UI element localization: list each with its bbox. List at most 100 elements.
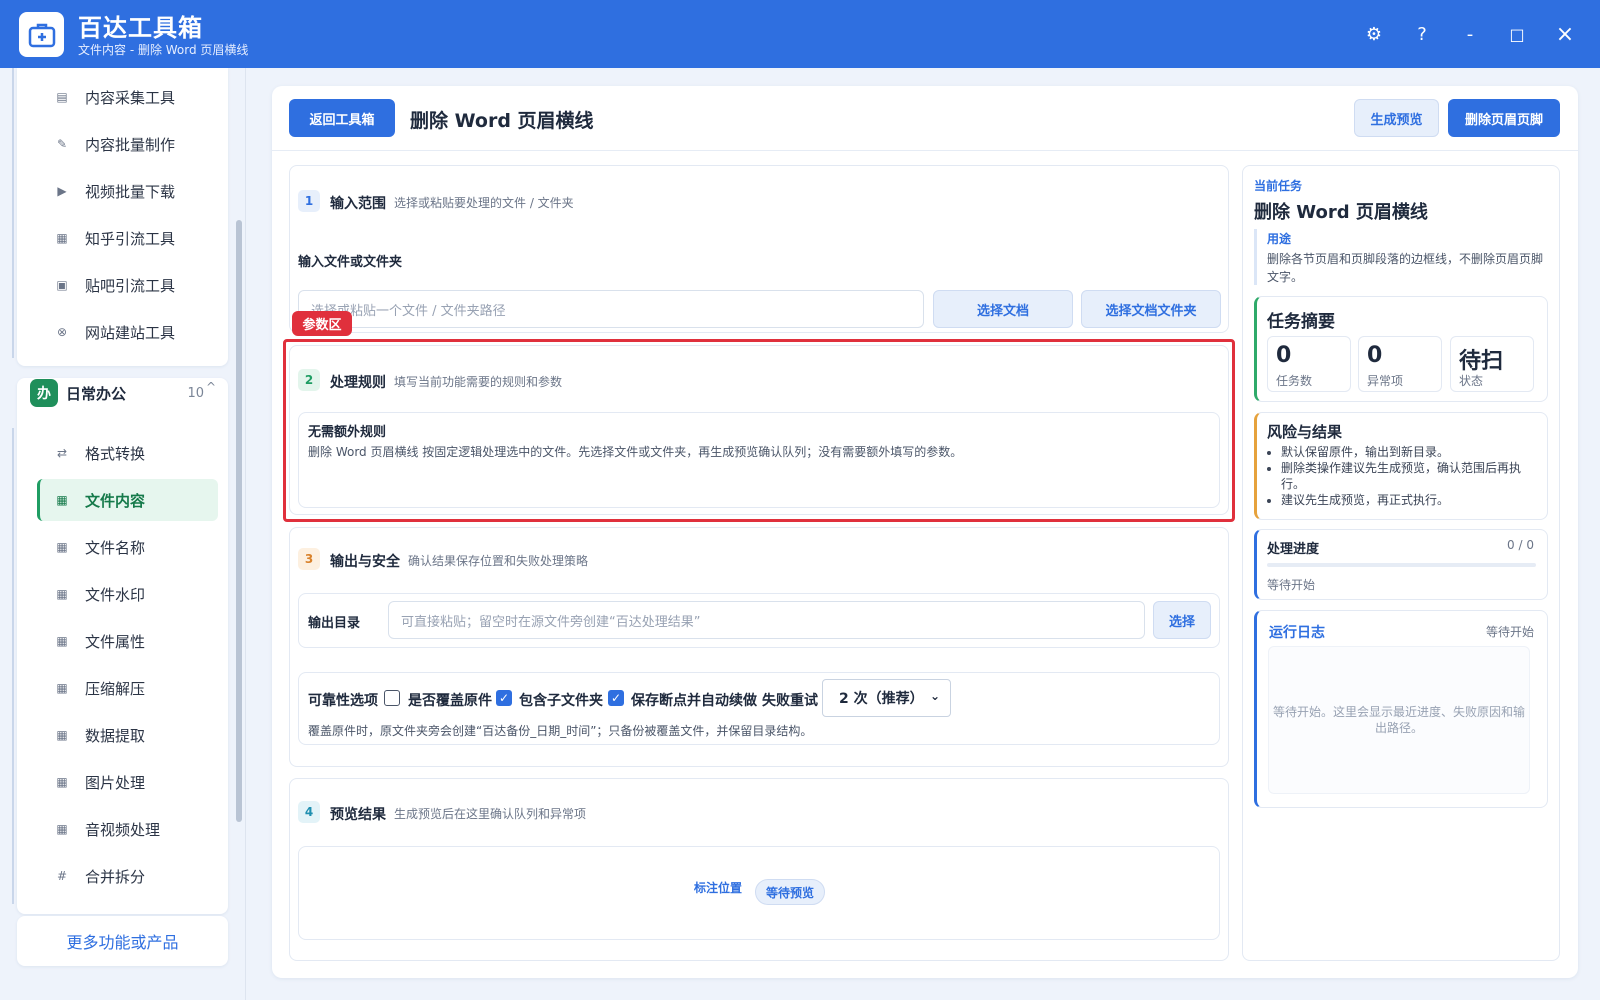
sidebar-scrollbar[interactable]	[236, 220, 242, 822]
select-document-button[interactable]: 选择文档	[933, 290, 1073, 328]
step1-title: 输入范围	[330, 196, 386, 212]
maximize-button[interactable]: □	[1501, 18, 1533, 50]
globe-icon: ⊗	[56, 325, 68, 339]
toolbox-icon	[19, 12, 64, 57]
minimize-button[interactable]: -	[1454, 18, 1486, 50]
resume-label: 保存断点并自动续做	[631, 693, 757, 709]
mark-location-label[interactable]: 标注位置	[694, 879, 742, 896]
settings-icon[interactable]: ⚙	[1358, 18, 1390, 50]
subfolder-label: 包含子文件夹	[519, 693, 603, 709]
grid-icon: ▦	[56, 681, 68, 695]
stat-label: 状态	[1459, 374, 1484, 388]
sidebar-item-format-convert[interactable]: ⇄ 格式转换	[37, 432, 218, 474]
risk-title: 风险与结果	[1267, 423, 1343, 441]
sidebar-group-office[interactable]: 办 日常办公 10 ^	[30, 378, 220, 408]
progress-count: 0 / 0	[1507, 538, 1534, 552]
resume-checkbox[interactable]: ✓	[608, 690, 624, 706]
progress-title: 处理进度	[1267, 542, 1320, 557]
sidebar-item-file-content[interactable]: ▦ 文件内容	[37, 479, 218, 521]
stat-label: 任务数	[1276, 374, 1313, 388]
usage-text: 删除各节页眉和页脚段落的边框线，不删除页眉页脚文字。	[1267, 252, 1544, 284]
input-field-label: 输入文件或文件夹	[298, 255, 403, 270]
parameter-highlight-tag: 参数区	[292, 311, 352, 336]
sidebar-item-label: 压缩解压	[85, 679, 146, 698]
retry-select[interactable]: 2 次（推荐） ⌄	[822, 679, 951, 717]
task-summary-title: 任务摘要	[1267, 312, 1335, 332]
sidebar-item-merge-split[interactable]: # 合并拆分	[37, 855, 218, 897]
document-icon: ▤	[56, 90, 68, 104]
step3-number: 3	[298, 548, 320, 570]
sidebar-item-label: 文件属性	[85, 632, 146, 651]
sidebar-item-file-attributes[interactable]: ▦ 文件属性	[37, 620, 218, 662]
sidebar-item-label: 图片处理	[85, 773, 146, 792]
progress-status: 等待开始	[1267, 578, 1316, 592]
sidebar-item-label: 视频批量下载	[85, 182, 176, 201]
zhihu-icon: ▦	[56, 231, 68, 245]
sidebar-item-label: 文件内容	[85, 491, 146, 510]
current-task-title: 删除 Word 页眉横线	[1254, 202, 1428, 223]
help-icon[interactable]: ?	[1406, 18, 1438, 50]
select-output-button[interactable]: 选择	[1153, 601, 1211, 639]
run-remove-button[interactable]: 删除页眉页脚	[1448, 99, 1560, 137]
sidebar-item-label: 音视频处理	[85, 820, 161, 839]
parameter-highlight-box	[283, 339, 1235, 522]
pen-icon: ✎	[56, 137, 68, 151]
retry-label: 失败重试	[762, 693, 818, 709]
sidebar-item-content-collect[interactable]: ▤ 内容采集工具	[37, 76, 218, 118]
grid-icon: ▦	[56, 540, 68, 554]
grid-icon: ▦	[56, 728, 68, 742]
group-badge: 办	[30, 379, 58, 407]
sidebar-item-zhihu[interactable]: ▦ 知乎引流工具	[37, 217, 218, 259]
run-log-area[interactable]: 等待开始。这里会显示最近进度、失败原因和输出路径。	[1268, 646, 1530, 794]
grid-icon: ▦	[56, 587, 68, 601]
sidebar-item-av-process[interactable]: ▦ 音视频处理	[37, 808, 218, 850]
sidebar-item-website[interactable]: ⊗ 网站建站工具	[37, 311, 218, 353]
title-bar: 百达工具箱 文件内容 - 删除 Word 页眉横线 ⚙ ? - □ ×	[0, 0, 1600, 68]
generate-preview-button[interactable]: 生成预览	[1354, 99, 1439, 137]
grid-icon: ▦	[56, 493, 68, 507]
run-log-title: 运行日志	[1269, 625, 1325, 641]
sidebar-item-video-download[interactable]: ▶ 视频批量下载	[37, 170, 218, 212]
sidebar-item-label: 文件名称	[85, 538, 146, 557]
input-path-field[interactable]: 选择或粘贴一个文件 / 文件夹路径	[298, 290, 924, 328]
sidebar-item-label: 文件水印	[85, 585, 146, 604]
tieba-icon: ▣	[56, 278, 68, 292]
group-count: 10	[187, 385, 204, 401]
close-button[interactable]: ×	[1549, 18, 1581, 50]
app-title: 百达工具箱	[78, 14, 203, 42]
sidebar-item-file-watermark[interactable]: ▦ 文件水印	[37, 573, 218, 615]
hash-icon: #	[56, 869, 68, 883]
header-divider	[272, 150, 1578, 151]
current-task-label: 当前任务	[1254, 179, 1303, 193]
usage-accent	[1254, 229, 1257, 285]
back-to-toolbox-button[interactable]: 返回工具箱	[289, 99, 395, 137]
swap-icon: ⇄	[56, 446, 68, 460]
step4-desc: 生成预览后在这里确认队列和异常项	[394, 807, 587, 821]
sidebar-item-tieba[interactable]: ▣ 贴吧引流工具	[37, 264, 218, 306]
grid-icon: ▦	[56, 775, 68, 789]
stat-status: 待扫 状态	[1450, 336, 1534, 392]
subfolder-checkbox[interactable]: ✓	[496, 690, 512, 706]
sidebar-item-content-batch[interactable]: ✎ 内容批量制作	[37, 123, 218, 165]
group-name: 日常办公	[66, 384, 127, 403]
stat-value: 0	[1367, 343, 1383, 368]
step1-number: 1	[298, 190, 320, 212]
more-products-button[interactable]: 更多功能或产品	[17, 916, 228, 966]
sidebar-item-file-name[interactable]: ▦ 文件名称	[37, 526, 218, 568]
step1-desc: 选择或粘贴要处理的文件 / 文件夹	[394, 196, 574, 210]
sidebar-item-image-process[interactable]: ▦ 图片处理	[37, 761, 218, 803]
sidebar-item-label: 贴吧引流工具	[85, 276, 176, 295]
sidebar-item-data-extract[interactable]: ▦ 数据提取	[37, 714, 218, 756]
app-subtitle: 文件内容 - 删除 Word 页眉横线	[78, 43, 249, 57]
overwrite-checkbox[interactable]	[384, 690, 400, 706]
reliability-label: 可靠性选项	[308, 693, 378, 709]
output-dir-field[interactable]: 可直接粘贴；留空时在源文件旁创建“百达处理结果”	[388, 601, 1145, 639]
chevron-up-icon: ^	[205, 380, 216, 394]
sidebar-item-compress[interactable]: ▦ 压缩解压	[37, 667, 218, 709]
progress-bar-track	[1267, 563, 1536, 567]
sidebar-rail	[12, 68, 14, 358]
chevron-down-icon: ⌄	[929, 689, 940, 703]
video-icon: ▶	[57, 184, 67, 198]
select-folder-button[interactable]: 选择文档文件夹	[1081, 290, 1221, 328]
retry-value: 2 次（推荐）	[839, 691, 924, 707]
